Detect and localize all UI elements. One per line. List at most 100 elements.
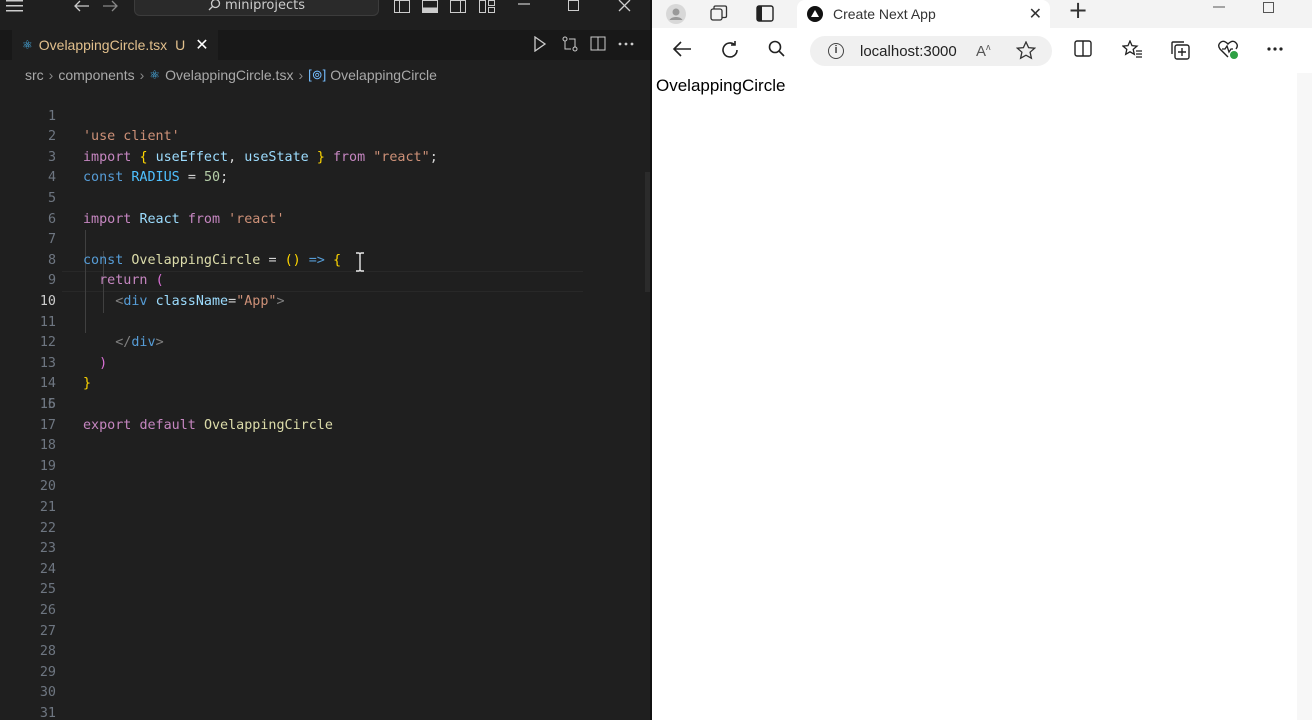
code-line: 21 — [0, 498, 640, 519]
browser-tab-title: Create Next App — [833, 6, 936, 22]
back-arrow-icon[interactable] — [74, 0, 90, 14]
close-window-icon[interactable] — [618, 0, 631, 14]
code-line: 28 — [0, 642, 640, 663]
code-line: 10 — [0, 271, 640, 309]
vscode-window: miniprojects ⚛ OvelappingCircle.tsx U ✕ — [0, 0, 650, 720]
more-actions-icon[interactable] — [618, 36, 634, 54]
code-line: 7 const OvelappingCircle = () => { — [0, 210, 640, 268]
code-line: 16 — [0, 395, 640, 416]
code-editor[interactable]: 1 'use client' 2 import { useEffect, use… — [0, 86, 650, 720]
code-line: 8 return ( — [0, 230, 640, 289]
browser-window: Create Next App ✕ + i localhost:3000 Aʌ — [652, 0, 1312, 720]
toggle-panel-icon[interactable] — [422, 0, 438, 14]
toggle-primary-sidebar-icon[interactable] — [394, 0, 410, 14]
code-line: 1 'use client' — [0, 86, 640, 145]
code-line: 26 — [0, 601, 640, 622]
line-number: 22 — [39, 520, 56, 536]
search-icon — [208, 0, 221, 11]
browser-essentials-icon[interactable] — [1218, 40, 1240, 65]
maximize-icon[interactable] — [568, 0, 580, 14]
breadcrumb-separator: › — [139, 67, 145, 83]
profile-icon[interactable] — [666, 4, 686, 28]
line-number: 29 — [39, 664, 56, 680]
code-line: 19 — [0, 457, 640, 478]
code-line: 3 const RADIUS = 50; — [0, 127, 640, 186]
read-aloud-icon[interactable]: Aʌ — [976, 42, 991, 60]
breadcrumb-item-components[interactable]: components — [58, 67, 134, 83]
tab-actions-icon[interactable] — [756, 5, 774, 26]
page-scrollbar[interactable] — [1297, 73, 1312, 720]
breadcrumb-separator: › — [48, 67, 54, 83]
breadcrumb-separator: › — [298, 67, 304, 83]
refresh-icon[interactable] — [720, 40, 740, 65]
code-line: 23 — [0, 539, 640, 560]
forward-arrow-icon[interactable] — [102, 0, 118, 14]
browser-tab[interactable]: Create Next App ✕ — [797, 0, 1050, 28]
code-line: 15 export default OvelappingCircle — [0, 374, 640, 433]
split-screen-icon[interactable] — [1074, 40, 1092, 62]
minimize-icon[interactable] — [518, 0, 530, 14]
run-icon[interactable] — [533, 35, 547, 54]
new-tab-icon[interactable]: + — [1068, 0, 1088, 22]
command-center-search[interactable]: miniprojects — [134, 0, 379, 16]
page-viewport: OvelappingCircle — [652, 73, 1297, 720]
code-line: 11 </div> — [0, 292, 640, 351]
close-tab-icon[interactable]: ✕ — [1029, 4, 1042, 24]
site-info-icon[interactable]: i — [828, 43, 844, 59]
minimize-icon[interactable] — [1213, 0, 1225, 16]
code-line: 5 import React from 'react' — [0, 168, 640, 227]
workspaces-icon[interactable] — [710, 5, 728, 26]
ibeam-cursor-icon — [354, 252, 366, 272]
code-line: 4 — [0, 148, 640, 185]
toggle-secondary-sidebar-icon[interactable] — [450, 0, 466, 14]
line-number: 25 — [39, 582, 56, 598]
code-line: 25 — [0, 580, 640, 601]
editor-tab[interactable]: ⚛ OvelappingCircle.tsx U ✕ — [12, 30, 218, 60]
search-text: miniprojects — [224, 0, 306, 13]
line-number: 24 — [39, 561, 56, 577]
untracked-status-badge: U — [175, 37, 186, 53]
code-line: 18 — [0, 436, 640, 457]
breadcrumb: src › components › ⚛ OvelappingCircle.ts… — [25, 65, 437, 85]
breadcrumb-item-file[interactable]: OvelappingCircle.tsx — [165, 67, 293, 83]
code-line: 27 — [0, 622, 640, 643]
line-number: 16 — [39, 397, 56, 412]
code-line: 31 — [0, 704, 640, 720]
favorites-icon[interactable] — [1121, 39, 1142, 63]
address-bar[interactable]: i localhost:3000 Aʌ — [810, 36, 1052, 66]
split-editor-icon[interactable] — [590, 36, 606, 54]
line-number: 28 — [39, 644, 56, 660]
code-line: 2 import { useEffect, useState } from "r… — [0, 107, 640, 165]
line-number: 17 — [39, 417, 56, 433]
hamburger-menu-icon[interactable] — [6, 0, 23, 14]
customize-layout-icon[interactable] — [479, 0, 495, 14]
page-content-text: OvelappingCircle — [656, 76, 786, 95]
symbol-variable-icon: [⊚] — [308, 67, 327, 82]
react-file-icon: ⚛ — [22, 38, 33, 52]
line-number: 18 — [39, 438, 56, 454]
code-line: 22 — [0, 519, 640, 540]
line-number: 20 — [39, 479, 56, 495]
back-arrow-icon[interactable] — [672, 40, 692, 63]
open-changes-icon[interactable] — [561, 36, 579, 54]
breadcrumb-item-symbol[interactable]: OvelappingCircle — [330, 67, 437, 83]
line-number: 31 — [39, 706, 56, 720]
breadcrumb-item-src[interactable]: src — [25, 67, 44, 83]
favorite-star-icon[interactable] — [1015, 40, 1037, 64]
code-line: 13 } — [0, 333, 640, 392]
line-number: 19 — [39, 458, 56, 474]
code-line: 24 — [0, 560, 640, 581]
maximize-icon[interactable] — [1263, 0, 1275, 18]
search-icon[interactable] — [768, 40, 786, 63]
react-file-icon: ⚛ — [149, 68, 161, 82]
code-line: 17 — [0, 416, 640, 437]
collections-icon[interactable] — [1170, 40, 1190, 65]
code-line: 12 ) — [0, 313, 640, 371]
close-tab-icon[interactable]: ✕ — [195, 35, 208, 55]
vscode-titlebar: miniprojects — [0, 0, 650, 16]
code-line: 14 — [0, 354, 640, 391]
address-url: localhost:3000 — [860, 42, 957, 60]
line-number: 30 — [39, 685, 56, 701]
settings-more-icon[interactable] — [1266, 40, 1284, 63]
code-line: 20 — [0, 477, 640, 498]
